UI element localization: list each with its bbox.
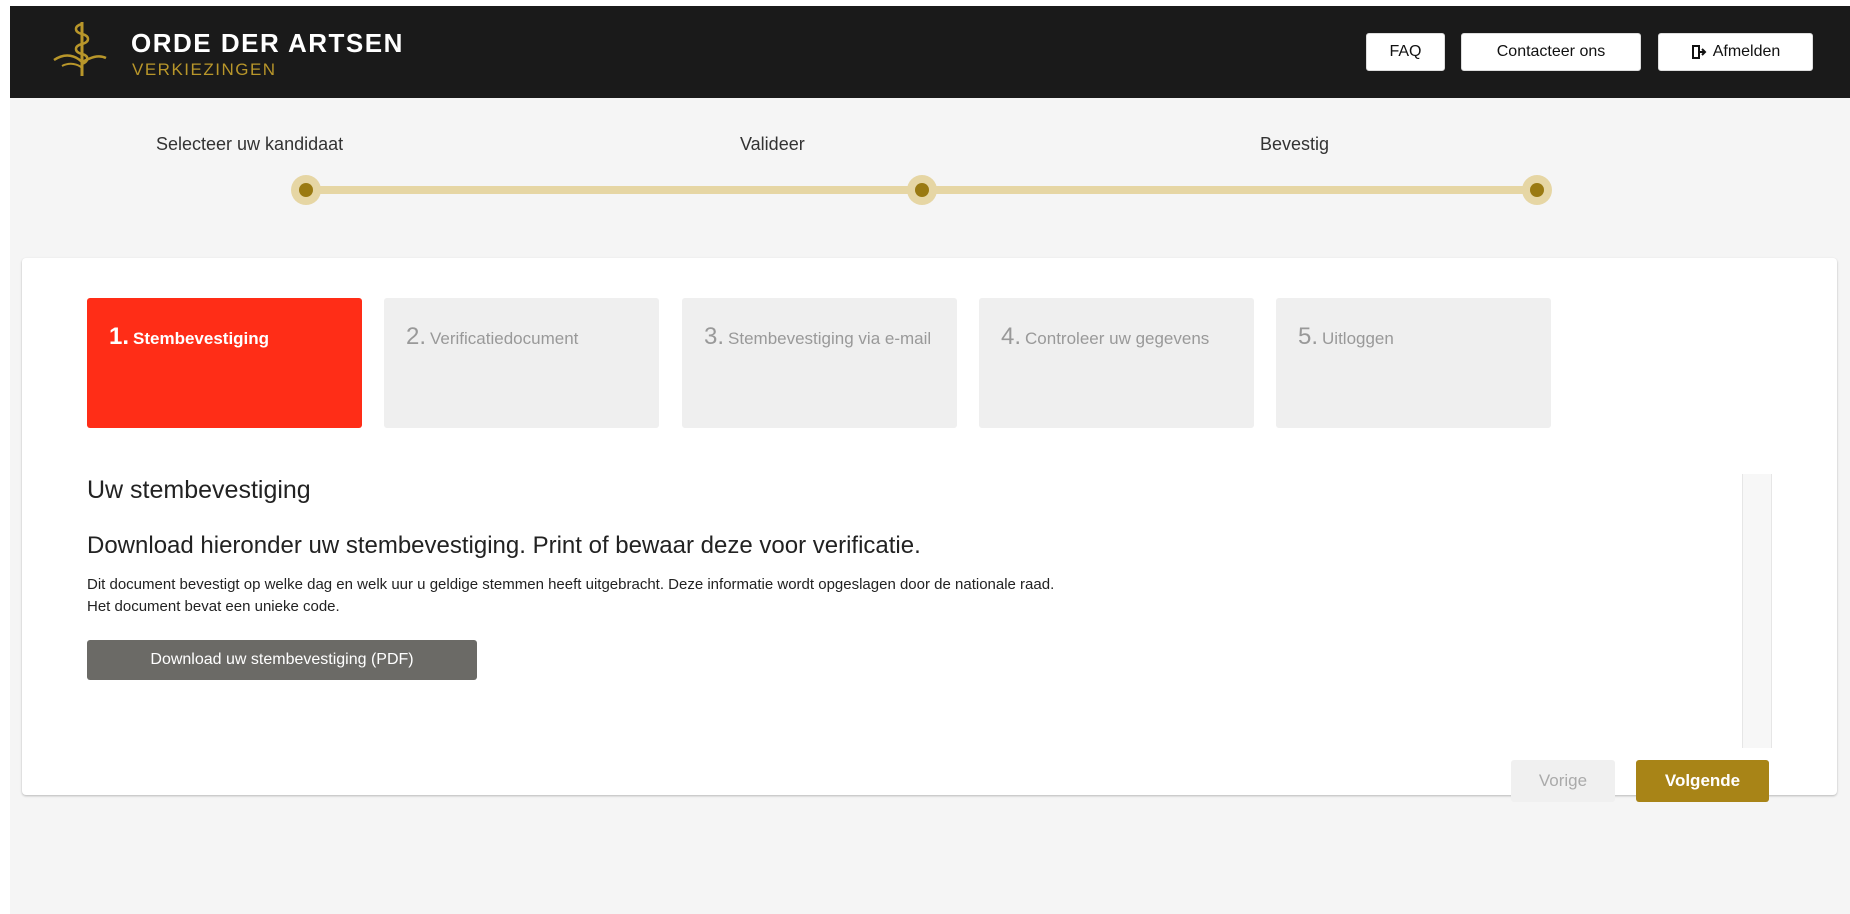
tab-verificatiedocument[interactable]: 2. Verificatiedocument — [384, 298, 659, 428]
tab-label: Controleer uw gegevens — [1025, 329, 1210, 348]
contact-label: Contacteer ons — [1496, 43, 1606, 60]
next-button[interactable]: Volgende — [1636, 760, 1769, 802]
section-title: Uw stembevestiging — [87, 476, 311, 504]
tab-label: Verificatiedocument — [430, 329, 579, 348]
section-description: Dit document bevestigt op welke dag en w… — [87, 574, 1054, 618]
progress-step-confirm-label: Bevestig — [1260, 134, 1330, 154]
tab-number: 3. — [704, 323, 725, 350]
next-label: Volgende — [1664, 771, 1741, 790]
section-subtitle: Download hieronder uw stembevestiging. P… — [87, 532, 921, 559]
logout-button[interactable]: Afmelden — [1658, 33, 1813, 71]
tab-label: Uitloggen — [1322, 329, 1394, 348]
tab-stembevestiging-via-email[interactable]: 3. Stembevestiging via e-mail — [682, 298, 957, 428]
progress-dot-confirm — [1522, 175, 1552, 205]
top-bar: ORDE DER ARTSEN VERKIEZINGEN FAQ Contact… — [10, 6, 1850, 98]
tab-label: Stembevestiging — [133, 329, 270, 348]
description-line: Het document bevat een unieke code. — [87, 598, 340, 615]
logout-label: Afmelden — [1712, 43, 1781, 60]
brand-subtitle: VERKIEZINGEN — [132, 60, 277, 79]
progress-step-select-label: Selecteer uw kandidaat — [156, 134, 344, 154]
contact-button[interactable]: Contacteer ons — [1461, 33, 1641, 71]
rod-of-asclepius-logo-icon — [53, 22, 107, 76]
previous-label: Vorige — [1538, 771, 1588, 790]
tab-label: Stembevestiging via e-mail — [728, 329, 932, 348]
tab-stembevestiging[interactable]: 1. Stembevestiging — [87, 298, 362, 428]
brand-title: ORDE DER ARTSEN — [131, 28, 404, 58]
description-line: Dit document bevestigt op welke dag en w… — [87, 576, 1055, 593]
faq-label: FAQ — [1389, 43, 1422, 60]
download-label: Download uw stembevestiging (PDF) — [150, 651, 414, 668]
tab-number: 5. — [1298, 323, 1319, 350]
logout-icon — [1691, 45, 1707, 59]
wizard-card: 1. Stembevestiging 2. Verificatiedocument … — [22, 258, 1837, 802]
previous-button[interactable]: Vorige — [1511, 760, 1615, 802]
tab-uitloggen[interactable]: 5. Uitloggen — [1276, 298, 1551, 428]
page-frame: ORDE DER ARTSEN VERKIEZINGEN FAQ Contact… — [10, 6, 1850, 914]
tab-number: 4. — [1001, 323, 1022, 350]
progress-dot-validate — [907, 175, 937, 205]
tab-number: 1. — [109, 323, 130, 350]
content-scrollbar[interactable] — [1742, 474, 1772, 748]
tab-number: 2. — [406, 323, 427, 350]
faq-button[interactable]: FAQ — [1366, 33, 1445, 71]
tab-controleer-gegevens[interactable]: 4. Controleer uw gegevens — [979, 298, 1254, 428]
download-pdf-button[interactable]: Download uw stembevestiging (PDF) — [87, 640, 477, 680]
progress-step-validate-label: Valideer — [740, 134, 805, 154]
progress-dot-select — [291, 175, 321, 205]
